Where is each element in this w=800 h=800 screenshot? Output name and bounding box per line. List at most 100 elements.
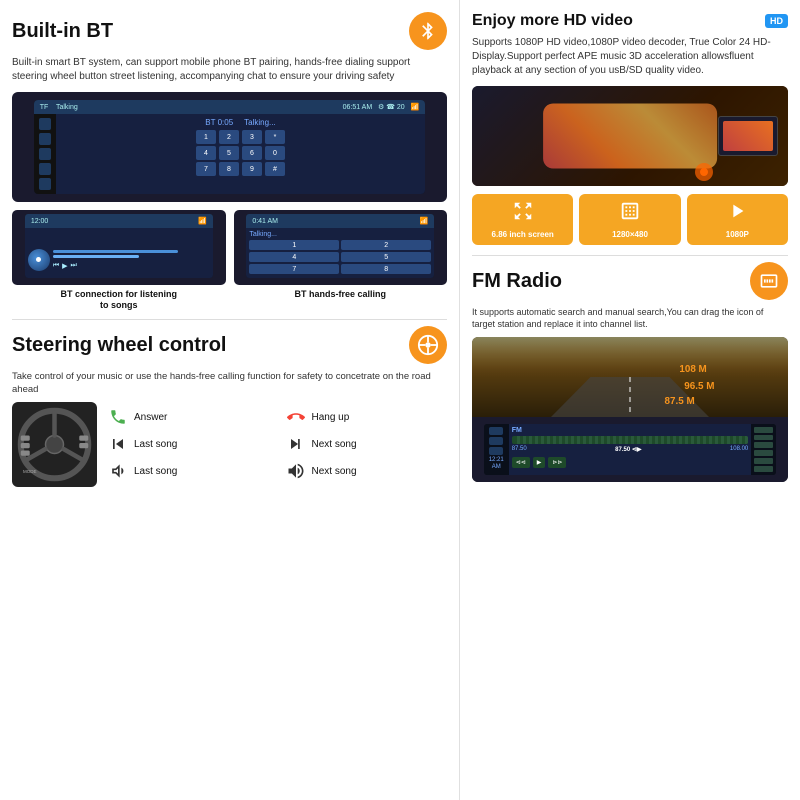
dial-key-0[interactable]: 0	[265, 146, 285, 160]
resolution-icon	[619, 200, 641, 227]
dial-key-2[interactable]: 2	[219, 130, 239, 144]
next-btn[interactable]: ⏭	[71, 262, 77, 270]
steering-desc: Take control of your music or use the ha…	[12, 370, 447, 397]
fm-desc: It supports automatic search and manual …	[472, 306, 788, 331]
disc-center	[36, 257, 41, 262]
control-vol-up: Next song	[285, 460, 448, 482]
prev-btn[interactable]: ⏮	[53, 262, 59, 270]
steering-header: Steering wheel control	[12, 326, 447, 364]
fm-next-btn[interactable]: ⊳⊳	[548, 457, 566, 468]
call-key-4[interactable]: 4	[249, 252, 339, 262]
vol-up-label: Next song	[312, 466, 357, 477]
screen-status-right: 06:51 AM ⚙ ☎ 20 📶	[343, 103, 420, 111]
call-key-7[interactable]: 7	[249, 264, 339, 274]
dial-key-7[interactable]: 7	[196, 162, 216, 176]
call-key-1[interactable]: 1	[249, 240, 339, 250]
bt-music-screen-wrap: 12:00 📶 ⏮	[12, 210, 226, 311]
fm-min-freq: 87.50	[512, 446, 527, 453]
prev1-icon	[107, 433, 129, 455]
sidebar-item	[39, 163, 51, 175]
small-screen-statusbar: 12:00 📶	[25, 214, 213, 228]
call-status-right: 📶	[419, 217, 428, 225]
fm-band: FM	[512, 427, 749, 434]
dial-key-hash[interactable]: #	[265, 162, 285, 176]
dial-key-4[interactable]: 4	[196, 146, 216, 160]
steering-section: Steering wheel control Take control of y…	[12, 326, 447, 488]
fm-freq-bg	[517, 436, 749, 444]
dialpad-row: 7 8 9 #	[60, 162, 422, 176]
bt-screen-inner: TF Talking 06:51 AM ⚙ ☎ 20 📶 BT 0:05 Tal…	[34, 100, 426, 194]
fm-visual: 108 M 96.5 M 87.5 M 12:21AM FM	[472, 337, 788, 482]
dial-key-9[interactable]: 9	[242, 162, 262, 176]
music-title-line	[53, 250, 179, 253]
fm-dot	[489, 447, 503, 455]
screen-status-left: TF Talking	[40, 104, 78, 111]
fm-max-freq: 108.00	[730, 446, 748, 453]
screen-size-icon	[512, 200, 534, 227]
divider	[12, 319, 447, 320]
fm-dot	[489, 437, 503, 445]
fm-freq-bar	[512, 436, 749, 444]
dialpad-row: 1 2 3 *	[60, 130, 422, 144]
call-key-8[interactable]: 8	[341, 264, 431, 274]
bt-section: Built-in BT Built-in smart BT system, ca…	[12, 12, 447, 311]
feature-icons-row: 6.86 inch screen 1280×480 1080P	[472, 194, 788, 245]
fm-preset-5[interactable]	[754, 458, 773, 464]
bt-call-label: BT hands-free calling	[294, 289, 386, 300]
music-disc	[28, 249, 50, 271]
call-key-2[interactable]: 2	[341, 240, 431, 250]
feature-1080p: 1080P	[687, 194, 788, 245]
fm-icon	[750, 262, 788, 300]
answer-icon	[107, 406, 129, 428]
control-next1: Next song	[285, 433, 448, 455]
play-1080p-icon	[726, 200, 748, 227]
dial-key-star[interactable]: *	[265, 130, 285, 144]
video-title: Enjoy more HD video	[472, 12, 633, 30]
svg-text:108 M: 108 M	[679, 364, 706, 375]
svg-text:87.5 M: 87.5 M	[665, 396, 695, 407]
play-btn[interactable]: ▶	[62, 262, 67, 270]
sidebar-item	[39, 133, 51, 145]
music-player: ⏮ ▶ ⏭	[25, 228, 213, 278]
dial-key-5[interactable]: 5	[219, 146, 239, 160]
steering-wheel-svg: MODE	[17, 407, 92, 482]
fm-section: FM Radio It supports automatic search an…	[472, 262, 788, 482]
fm-preset-2[interactable]	[754, 435, 773, 441]
bt-icon	[409, 12, 447, 50]
music-info: ⏮ ▶ ⏭	[53, 250, 210, 270]
call-screen-content: Talking... 1 2 4 5 7 8	[246, 228, 434, 278]
fm-preset-4[interactable]	[754, 450, 773, 456]
fm-dot	[489, 427, 503, 435]
bt-music-label: BT connection for listening to songs	[61, 289, 178, 311]
fm-preset-3[interactable]	[754, 442, 773, 448]
dial-key-8[interactable]: 8	[219, 162, 239, 176]
bt-main-screen: TF Talking 06:51 AM ⚙ ☎ 20 📶 BT 0:05 Tal…	[12, 92, 447, 202]
video-dot	[695, 163, 713, 181]
dial-key-3[interactable]: 3	[242, 130, 262, 144]
svg-text:MODE: MODE	[23, 469, 37, 474]
vol-down-icon	[107, 460, 129, 482]
bt-call-screen: 0:41 AM 📶 Talking... 1 2 4 5 7 8	[234, 210, 448, 285]
left-panel: Built-in BT Built-in smart BT system, ca…	[0, 0, 460, 800]
call-statusbar: 0:41 AM 📶	[246, 214, 434, 228]
next1-label: Next song	[312, 439, 357, 450]
dial-key-6[interactable]: 6	[242, 146, 262, 160]
video-dot-inner	[700, 168, 708, 176]
bt-title: Built-in BT	[12, 20, 113, 42]
fm-current-freq: 87.50 ⊲▶	[615, 446, 641, 453]
answer-label: Answer	[134, 412, 167, 423]
fm-preset-6[interactable]	[754, 466, 773, 472]
fm-preset-1[interactable]	[754, 427, 773, 433]
fm-play-btn[interactable]: ▶	[533, 457, 546, 468]
fm-search-btn[interactable]: ⊲⊲	[512, 457, 530, 468]
screen-sidebar	[34, 114, 56, 194]
bt-call-screen-wrap: 0:41 AM 📶 Talking... 1 2 4 5 7 8	[234, 210, 448, 311]
fm-header: FM Radio	[472, 262, 788, 300]
dial-key-1[interactable]: 1	[196, 130, 216, 144]
call-screen-inner: 0:41 AM 📶 Talking... 1 2 4 5 7 8	[246, 214, 434, 278]
call-key-5[interactable]: 5	[341, 252, 431, 262]
control-answer: Answer	[107, 406, 270, 428]
feature-resolution: 1280×480	[579, 194, 680, 245]
fm-screen-bottom: 12:21AM FM 87.50 87.50 ⊲▶ 108.00	[472, 417, 788, 482]
control-vol-down: Last song	[107, 460, 270, 482]
